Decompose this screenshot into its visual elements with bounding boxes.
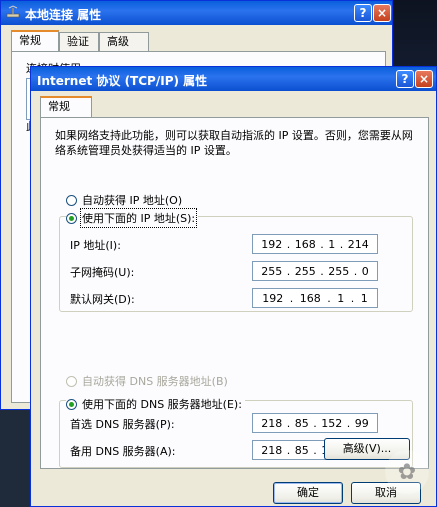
gateway-label: 默认网关(D): (70, 293, 135, 306)
tab-auth[interactable]: 验证 (59, 32, 99, 51)
description-text: 如果网络支持此功能，则可以获取自动指派的 IP 设置。否则，您需要从网络系统管理… (55, 129, 413, 157)
auto-dns-label: 自动获得 DNS 服务器地址(B) (82, 375, 228, 388)
manual-ip-label: 使用下面的 IP 地址(S): (79, 208, 198, 228)
octet: 1 (337, 291, 345, 305)
octet: 192 (262, 291, 284, 305)
tab-advanced[interactable]: 高级 (99, 32, 149, 51)
auto-dns-option[interactable]: 自动获得 DNS 服务器地址(B) (66, 373, 228, 389)
dialog-title: Internet 协议 (TCP/IP) 属性 (37, 74, 208, 88)
general-tab-panel: 如果网络支持此功能，则可以获取自动指派的 IP 设置。否则，您需要从网络系统管理… (40, 117, 429, 469)
octet: 168 (294, 237, 316, 251)
preferred-dns-label: 首选 DNS 服务器(P): (70, 418, 175, 431)
close-button[interactable]: × (415, 70, 433, 88)
octet: 255 (294, 264, 316, 278)
tab-general[interactable]: 常规 (11, 30, 59, 52)
manual-ip-option[interactable]: 使用下面的 IP 地址(S): (66, 208, 199, 228)
octet: 99 (354, 416, 369, 430)
alternate-dns-label: 备用 DNS 服务器(A): (70, 445, 176, 458)
octet: 255 (328, 264, 350, 278)
octet: 192 (261, 237, 283, 251)
octet: 0 (361, 264, 369, 278)
manual-dns-label: 使用下面的 DNS 服务器地址(E): (82, 398, 242, 411)
tab-general[interactable]: 常规 (40, 96, 92, 118)
manual-ip-radio[interactable] (66, 212, 77, 224)
back-window-title: 本地连接 属性 (25, 8, 102, 22)
octet: 168 (299, 291, 321, 305)
help-button[interactable]: ? (354, 4, 372, 22)
ip-address-label: IP 地址(I): (70, 239, 121, 252)
ok-button[interactable]: 确定 (273, 482, 343, 504)
auto-ip-option[interactable]: 自动获得 IP 地址(O) (66, 192, 182, 208)
octet: 85 (294, 443, 309, 457)
gateway-input[interactable]: 192. 168. 1. 1 (252, 288, 378, 308)
auto-dns-radio[interactable] (66, 375, 77, 387)
octet: 218 (261, 416, 283, 430)
manual-dns-option[interactable]: 使用下面的 DNS 服务器地址(E): (66, 396, 245, 412)
octet: 1 (328, 237, 336, 251)
octet: 218 (261, 443, 283, 457)
dialog-titlebar[interactable]: Internet 协议 (TCP/IP) 属性 ? × (31, 67, 436, 91)
octet: 214 (347, 237, 369, 251)
help-button[interactable]: ? (396, 70, 414, 88)
octet: 85 (294, 416, 309, 430)
subnet-mask-input[interactable]: 255. 255. 255. 0 (252, 261, 378, 281)
subnet-mask-label: 子网掩码(U): (70, 266, 135, 279)
octet: 255 (261, 264, 283, 278)
auto-ip-radio[interactable] (66, 194, 77, 206)
preferred-dns-input[interactable]: 218. 85. 152. 99 (252, 413, 378, 433)
auto-ip-label: 自动获得 IP 地址(O) (82, 194, 183, 207)
network-icon (6, 5, 20, 18)
close-button[interactable]: × (373, 4, 391, 22)
octet: 1 (360, 291, 368, 305)
octet: 152 (321, 416, 343, 430)
manual-dns-radio[interactable] (66, 398, 77, 410)
back-titlebar[interactable]: 本地连接 属性 ? × (1, 1, 392, 25)
ip-address-input[interactable]: 192. 168. 1. 214 (252, 234, 378, 254)
watermark-logo-icon: ✿ (385, 450, 429, 494)
ip-address-group: IP 地址(I): 192. 168. 1. 214 子网掩码(U): 255.… (59, 216, 413, 312)
tcpip-properties-dialog: Internet 协议 (TCP/IP) 属性 ? × 常规 如果网络支持此功能… (30, 66, 437, 507)
